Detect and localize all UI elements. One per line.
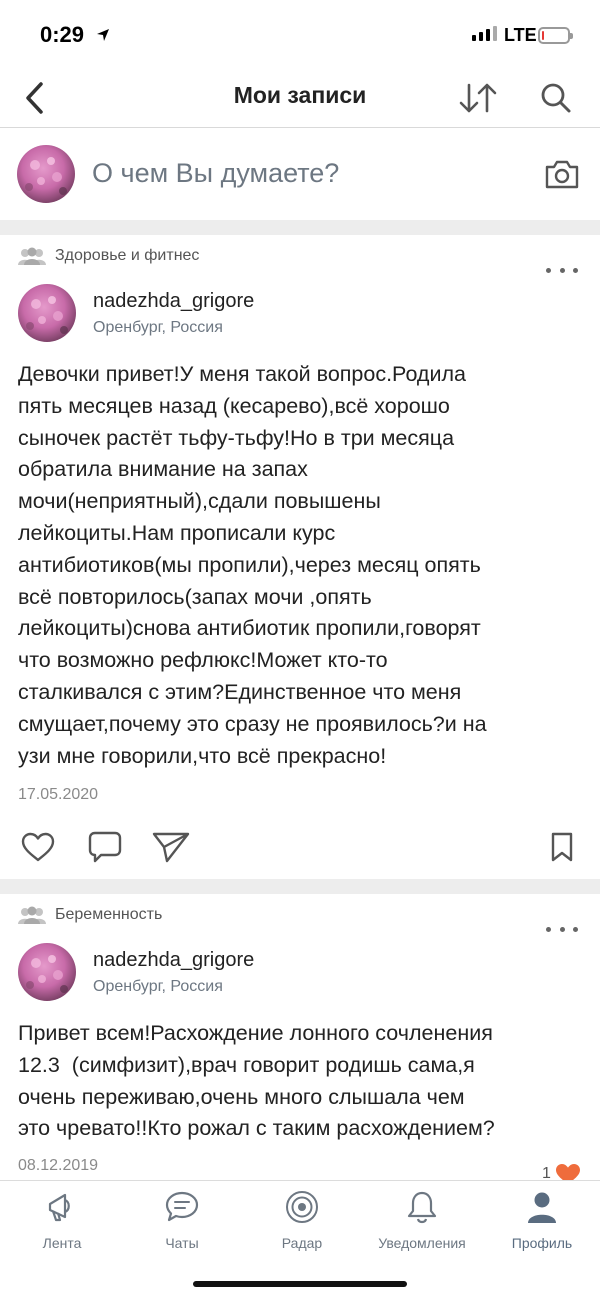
more-options-button[interactable] [546, 263, 578, 277]
post-card: Беременность nadezhda_grigore Оренбург, … [0, 894, 600, 1180]
bookmark-icon [551, 832, 573, 862]
tab-label: Радар [281, 1235, 323, 1251]
sort-arrows-icon [459, 83, 497, 113]
page-title: Мои записи [233, 82, 367, 108]
section-divider [0, 220, 600, 235]
chat-bubble-icon [165, 1191, 199, 1222]
post-text: Девочки привет!У меня такой вопрос.Родил… [18, 359, 588, 772]
post-text-line: лейкоциты)снова антибиотик пропили,говор… [18, 616, 481, 641]
post-text-line: очень переживаю,очень много слышала чем [18, 1084, 465, 1109]
search-button[interactable] [534, 78, 578, 118]
share-button[interactable] [150, 829, 192, 865]
cellular-signal-icon [472, 26, 497, 41]
network-type: LTE [504, 25, 537, 45]
post-text-line: сталкивался с этим?Единственное что меня [18, 679, 462, 704]
post-text-line: обратила внимание на запах [18, 457, 308, 482]
person-icon [528, 1192, 556, 1223]
post-text-line: мочи(неприятный),сдали повышены [18, 489, 381, 514]
location-arrow-icon [97, 29, 109, 41]
section-divider [0, 879, 600, 894]
author-location: Оренбург, Россия [93, 319, 223, 336]
post-actions [0, 829, 600, 869]
bookmark-button[interactable] [548, 829, 576, 865]
tab-feed[interactable]: Лента [2, 1189, 122, 1251]
paper-plane-icon [152, 832, 190, 863]
post-text-line: сыночек растёт тьфу-тьфу!Но в три месяца [18, 425, 455, 450]
post-community[interactable]: Здоровье и фитнес [18, 247, 199, 265]
tab-chats[interactable]: Чаты [122, 1189, 242, 1251]
post-text-line: пять месяцев назад (кесарево),всё хорошо [18, 393, 450, 418]
tab-bar: Лента Чаты Радар Уведомления Профиль [0, 1180, 600, 1297]
megaphone-icon [48, 1193, 70, 1222]
post-text-line: узи мне говорили,что всё прекрасно! [18, 743, 387, 768]
status-time: 0:29 [40, 22, 85, 47]
avatar[interactable] [18, 284, 76, 342]
like-button[interactable] [18, 829, 58, 865]
community-name: Беременность [55, 906, 163, 923]
camera-button[interactable] [542, 156, 582, 192]
post-date: 08.12.2019 [18, 1157, 99, 1174]
tab-label: Уведомления [378, 1235, 466, 1251]
bell-icon [407, 1191, 437, 1224]
more-options-button[interactable] [546, 922, 578, 936]
avatar[interactable] [17, 145, 75, 203]
sort-button[interactable] [456, 78, 500, 118]
tab-profile[interactable]: Профиль [482, 1189, 600, 1251]
search-icon [541, 83, 571, 113]
back-button[interactable] [14, 78, 54, 118]
speech-bubble-icon [88, 831, 122, 863]
tab-label: Лента [42, 1235, 82, 1251]
post-text-line: 12.3 (симфизит),врач говорит родишь сама… [18, 1052, 475, 1077]
avatar[interactable] [18, 943, 76, 1001]
tab-notifications[interactable]: Уведомления [362, 1189, 482, 1251]
post-card: Здоровье и фитнес nadezhda_grigore Оренб… [0, 235, 600, 879]
tab-label: Профиль [511, 1235, 573, 1251]
community-group-icon [18, 247, 46, 265]
nav-bar: Мои записи [0, 70, 600, 128]
composer-input[interactable]: О чем Вы думаете? [92, 158, 339, 189]
home-indicator[interactable] [193, 1281, 407, 1287]
post-text-line: лейкоциты.Нам прописали курс [18, 520, 336, 545]
post-text-line: всё повторилось(запах мочи ,опять [18, 584, 372, 609]
tab-label: Чаты [165, 1235, 199, 1251]
radar-icon [286, 1191, 318, 1223]
post-community[interactable]: Беременность [18, 906, 162, 924]
status-bar: 0:29 LTE [0, 0, 600, 70]
camera-icon [545, 160, 579, 189]
post-text-line: Девочки привет!У меня такой вопрос.Родил… [18, 362, 466, 386]
post-text-line: антибиотиков(мы пропили),через месяц опя… [18, 552, 481, 577]
community-group-icon [18, 906, 46, 924]
author-name[interactable]: nadezhda_grigore [93, 949, 254, 972]
post-date: 17.05.2020 [18, 786, 99, 803]
post-text-line: смущает,почему это сразу не проявилось?и… [18, 711, 487, 736]
comment-button[interactable] [86, 829, 124, 865]
battery-icon [538, 27, 573, 44]
post-text: Привет всем!Расхождение лонного сочленен… [18, 1018, 588, 1145]
post-composer: О чем Вы думаете? [0, 129, 600, 220]
tab-radar[interactable]: Радар [242, 1189, 362, 1251]
author-name[interactable]: nadezhda_grigore [93, 290, 254, 313]
post-text-line: что возможно рефлюкс!Может кто-то [18, 648, 388, 673]
post-text-line: это чревато!!Кто рожал с таким расхожден… [18, 1116, 495, 1141]
heart-icon [21, 832, 55, 862]
author-location: Оренбург, Россия [93, 978, 223, 995]
post-text-line: Привет всем!Расхождение лонного сочленен… [18, 1021, 493, 1045]
community-name: Здоровье и фитнес [55, 247, 200, 264]
chevron-left-icon [26, 82, 43, 114]
